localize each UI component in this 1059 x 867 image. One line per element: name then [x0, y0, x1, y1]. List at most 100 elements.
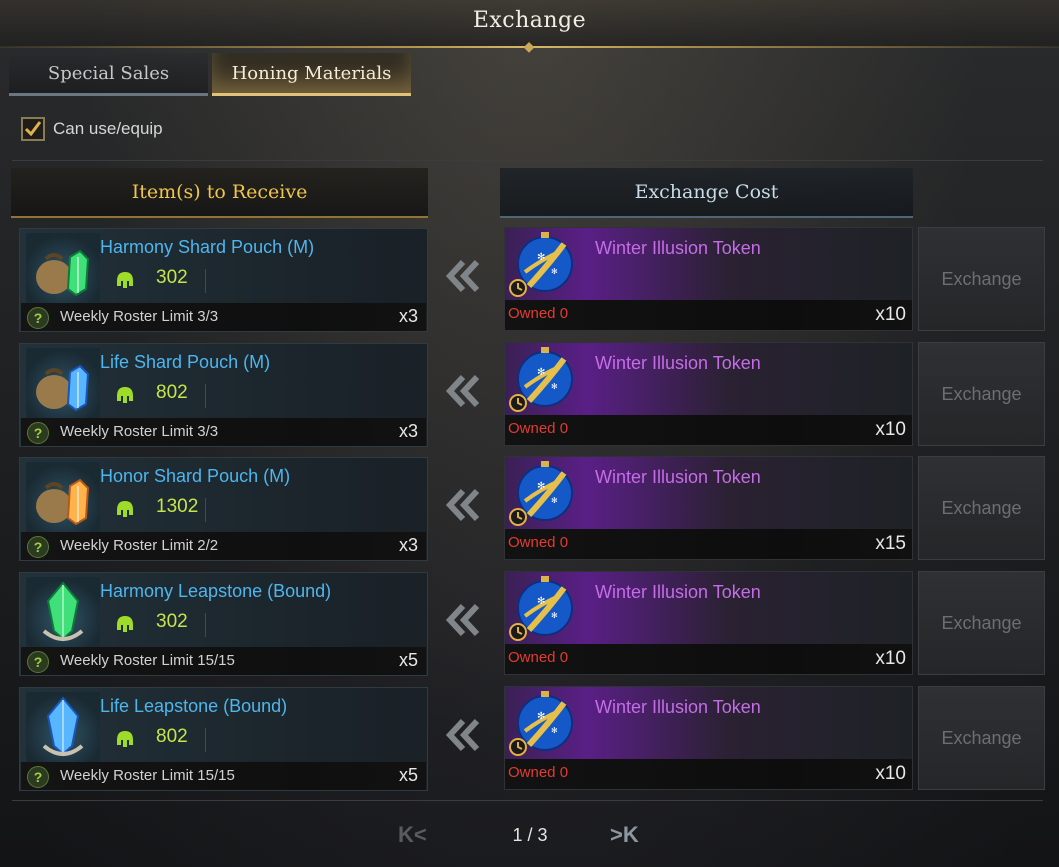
item-value: 802 [156, 726, 188, 747]
green-leapstone-icon [26, 577, 100, 647]
svg-text:✻: ✻ [537, 252, 545, 263]
cost-quantity: x10 [875, 648, 906, 669]
item-name: Honor Shard Pouch (M) [100, 466, 291, 486]
receive-item-card: Life Leapstone (Bound) 802 ? Weekly Rost… [19, 687, 428, 791]
blue-leapstone-icon [26, 692, 100, 762]
receive-footer: ? Weekly Roster Limit 2/2 x3 [21, 532, 426, 560]
weekly-limit: Weekly Roster Limit 3/3 [60, 423, 219, 440]
receive-footer: ? Weekly Roster Limit 3/3 x3 [21, 418, 426, 446]
receive-quantity: x5 [398, 650, 418, 670]
exchange-cost-card: ✻ ✻ Winter Illusion Token Owned 0 x10 [504, 227, 913, 331]
svg-text:✻: ✻ [537, 481, 545, 492]
weekly-limit: Weekly Roster Limit 2/2 [60, 537, 219, 554]
cost-quantity: x10 [875, 763, 906, 784]
divider [12, 800, 1043, 801]
question-icon[interactable]: ? [27, 766, 49, 788]
weekly-limit: Weekly Roster Limit 15/15 [60, 652, 235, 669]
question-icon[interactable]: ? [27, 651, 49, 673]
exchange-row: Harmony Leapstone (Bound) 302 ? Weekly R… [0, 571, 1059, 678]
first-page-button[interactable]: K< [398, 822, 448, 852]
cost-quantity: x10 [875, 419, 906, 440]
winter-illusion-token-icon: ✻ ✻ [507, 230, 577, 298]
items-to-receive-header: Item(s) to Receive [11, 168, 428, 218]
receive-item-card: Honor Shard Pouch (M) 1302 ? Weekly Rost… [19, 457, 428, 561]
value-divider [205, 728, 206, 752]
cost-footer: Owned 0 x10 [505, 644, 912, 674]
token-name: Winter Illusion Token [595, 467, 761, 487]
can-use-checkbox[interactable] [21, 117, 45, 141]
owned-count: Owned 0 [508, 764, 569, 781]
question-icon[interactable]: ? [27, 422, 49, 444]
receive-quantity: x3 [398, 306, 418, 326]
exchange-cost-card: ✻ ✻ Winter Illusion Token Owned 0 x10 [504, 686, 913, 790]
cost-footer: Owned 0 x10 [505, 759, 912, 789]
cost-footer: Owned 0 x15 [505, 529, 912, 559]
helmet-icon [117, 272, 133, 288]
item-name: Life Shard Pouch (M) [100, 352, 271, 372]
cost-footer: Owned 0 x10 [505, 300, 912, 330]
helmet-icon [117, 501, 133, 517]
last-page-button[interactable]: >K [610, 822, 660, 852]
receive-quantity: x3 [398, 535, 418, 555]
svg-text:✻: ✻ [551, 726, 558, 735]
item-name: Life Leapstone (Bound) [100, 696, 288, 716]
double-chevron-left-icon [445, 259, 480, 293]
receive-quantity: x3 [398, 421, 418, 441]
owned-count: Owned 0 [508, 305, 569, 322]
item-value: 302 [156, 611, 188, 632]
winter-illusion-token-icon: ✻ ✻ [507, 689, 577, 757]
receive-footer: ? Weekly Roster Limit 15/15 x5 [21, 762, 426, 790]
exchange-button[interactable]: Exchange [918, 456, 1045, 560]
item-name: Harmony Shard Pouch (M) [100, 237, 315, 257]
checkmark-icon [24, 121, 42, 137]
svg-text:✻: ✻ [537, 711, 545, 722]
page-indicator: 1 / 3 [512, 825, 548, 845]
divider [12, 160, 1043, 161]
exchange-button[interactable]: Exchange [918, 571, 1045, 675]
double-chevron-left-icon [445, 603, 480, 637]
cost-quantity: x10 [875, 304, 906, 325]
exchange-button[interactable]: Exchange [918, 686, 1045, 790]
svg-text:✻: ✻ [551, 267, 558, 276]
owned-count: Owned 0 [508, 649, 569, 666]
double-chevron-left-icon [445, 374, 480, 408]
exchange-cost-card: ✻ ✻ Winter Illusion Token Owned 0 x10 [504, 571, 913, 675]
svg-text:✻: ✻ [551, 611, 558, 620]
blue-shard-pouch-icon [26, 348, 100, 418]
exchange-row: Harmony Shard Pouch (M) 302 ? Weekly Ros… [0, 227, 1059, 334]
window-title: Exchange [472, 8, 587, 33]
owned-count: Owned 0 [508, 420, 569, 437]
receive-item-card: Harmony Leapstone (Bound) 302 ? Weekly R… [19, 572, 428, 676]
value-divider [205, 498, 206, 522]
exchange-row: Honor Shard Pouch (M) 1302 ? Weekly Rost… [0, 456, 1059, 563]
exchange-row: Life Leapstone (Bound) 802 ? Weekly Rost… [0, 686, 1059, 793]
question-icon[interactable]: ? [27, 536, 49, 558]
item-value: 802 [156, 382, 188, 403]
item-name: Harmony Leapstone (Bound) [100, 581, 332, 601]
winter-illusion-token-icon: ✻ ✻ [507, 345, 577, 413]
svg-text:✻: ✻ [537, 367, 545, 378]
can-use-filter: Can use/equip [21, 117, 163, 141]
tab-honing-materials[interactable]: Honing Materials [212, 53, 411, 96]
svg-text:✻: ✻ [551, 382, 558, 391]
can-use-label: Can use/equip [53, 119, 163, 138]
cost-footer: Owned 0 x10 [505, 415, 912, 445]
exchange-button[interactable]: Exchange [918, 227, 1045, 331]
receive-footer: ? Weekly Roster Limit 3/3 x3 [21, 303, 426, 331]
token-name: Winter Illusion Token [595, 238, 761, 258]
exchange-cost-header: Exchange Cost [500, 168, 913, 218]
token-name: Winter Illusion Token [595, 582, 761, 602]
winter-illusion-token-icon: ✻ ✻ [507, 459, 577, 527]
exchange-button[interactable]: Exchange [918, 342, 1045, 446]
weekly-limit: Weekly Roster Limit 3/3 [60, 308, 219, 325]
helmet-icon [117, 731, 133, 747]
orange-shard-pouch-icon [26, 462, 100, 532]
item-value: 1302 [156, 496, 199, 517]
winter-illusion-token-icon: ✻ ✻ [507, 574, 577, 642]
question-icon[interactable]: ? [27, 307, 49, 329]
receive-item-card: Life Shard Pouch (M) 802 ? Weekly Roster… [19, 343, 428, 447]
token-name: Winter Illusion Token [595, 353, 761, 373]
item-value: 302 [156, 267, 188, 288]
exchange-cost-card: ✻ ✻ Winter Illusion Token Owned 0 x10 [504, 342, 913, 446]
tab-special-sales[interactable]: Special Sales [9, 53, 208, 96]
